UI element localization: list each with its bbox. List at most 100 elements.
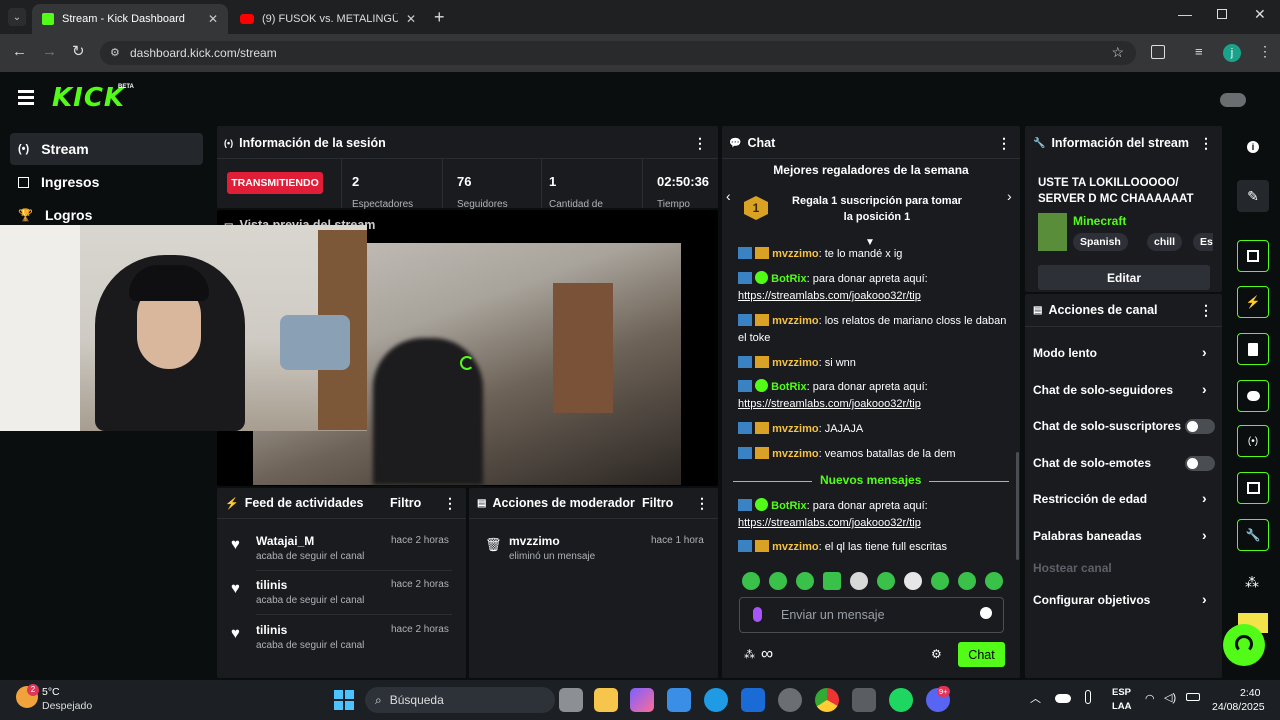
chat-username[interactable]: BotRix <box>771 500 806 512</box>
followers-only-row[interactable]: Chat de solo-seguidores <box>1033 383 1173 397</box>
emote-icon[interactable] <box>742 572 760 590</box>
app-icon[interactable] <box>778 688 802 712</box>
panel-menu-icon[interactable]: ⋮ <box>997 135 1011 152</box>
close-icon[interactable]: ✕ <box>208 12 218 26</box>
panel-menu-icon[interactable]: ⋮ <box>1199 135 1213 152</box>
chevron-right-icon[interactable]: › <box>1007 188 1012 204</box>
chat-username[interactable]: BotRix <box>771 381 806 393</box>
edge-icon[interactable] <box>704 688 728 712</box>
chat-username[interactable]: mvzzimo <box>772 423 818 435</box>
target-icon[interactable] <box>1237 240 1269 272</box>
reload-icon[interactable]: ↻ <box>72 42 85 60</box>
chat-username[interactable]: mvzzimo <box>772 315 818 327</box>
emote-icon[interactable] <box>877 572 895 590</box>
age-restriction-row[interactable]: Restricción de edad <box>1033 492 1147 506</box>
sidebar-item-ingresos[interactable]: Ingresos <box>10 166 203 198</box>
chevron-right-icon[interactable]: › <box>1202 490 1207 506</box>
category-thumbnail[interactable] <box>1038 213 1067 251</box>
tab-youtube[interactable]: (9) FUSOK vs. METALINGÜISTIC ✕ <box>230 4 426 34</box>
lang-bottom[interactable]: LAA <box>1112 701 1132 712</box>
chat-username[interactable]: mvzzimo <box>772 541 818 553</box>
chevron-left-icon[interactable]: ‹ <box>726 188 731 204</box>
chat-send-button[interactable]: Chat <box>958 642 1005 667</box>
microphone-icon[interactable] <box>1085 690 1091 704</box>
goals-row[interactable]: Configurar objetivos <box>1033 593 1150 607</box>
site-info-icon[interactable]: ⚙ <box>110 46 120 59</box>
minimize-icon[interactable]: — <box>1178 6 1192 22</box>
copilot-icon[interactable] <box>630 688 654 712</box>
broadcast-icon[interactable]: (•) <box>1237 425 1269 457</box>
mod-user[interactable]: mvzzimo <box>509 534 560 548</box>
edit-pencil-icon[interactable]: ✎ <box>1237 180 1269 212</box>
subscribers-only-toggle[interactable] <box>1185 419 1215 434</box>
panel-menu-icon[interactable]: ⋮ <box>695 495 709 512</box>
chat-link[interactable]: https://streamlabs.com/joakooo32r/tip <box>738 517 921 529</box>
onedrive-icon[interactable] <box>1055 694 1071 703</box>
emote-icon[interactable] <box>796 572 814 590</box>
sidebar-item-stream[interactable]: (•) Stream <box>10 133 203 165</box>
hamburger-menu-icon[interactable] <box>18 90 34 105</box>
new-messages-label[interactable]: Nuevos mensajes <box>812 473 930 487</box>
new-tab-icon[interactable]: + <box>434 7 445 28</box>
kick-logo[interactable]: KICK <box>52 83 125 113</box>
menu-kebab-icon[interactable]: ⋮ <box>1258 43 1272 60</box>
document-icon[interactable] <box>1237 333 1269 365</box>
chat-link[interactable]: https://streamlabs.com/joakooo32r/tip <box>738 290 921 302</box>
clock-date[interactable]: 24/08/2025 <box>1212 701 1265 713</box>
chat-input[interactable]: Enviar un mensaje <box>739 597 1004 633</box>
emote-icon[interactable] <box>769 572 787 590</box>
clock-time[interactable]: 2:40 <box>1240 687 1260 699</box>
chevron-right-icon[interactable]: › <box>1202 527 1207 543</box>
volume-icon[interactable]: ◁) <box>1164 691 1176 704</box>
tag-chip[interactable]: Españo <box>1193 233 1213 251</box>
task-view-icon[interactable] <box>559 688 583 712</box>
tag-chip[interactable]: Spanish <box>1073 233 1128 251</box>
extensions-icon[interactable] <box>1151 45 1165 59</box>
chat-username[interactable]: mvzzimo <box>772 248 818 260</box>
chat-bubble-icon[interactable] <box>1237 380 1269 412</box>
infinity-icon[interactable]: ∞ <box>761 644 773 664</box>
chevron-right-icon[interactable]: › <box>1202 344 1207 360</box>
chat-scrollbar[interactable] <box>1016 452 1019 560</box>
feed-user[interactable]: Watajai_M <box>256 534 314 548</box>
battery-icon[interactable] <box>1186 693 1200 701</box>
settings-gear-icon[interactable]: ⚙ <box>931 647 942 661</box>
chrome-icon[interactable] <box>815 688 839 712</box>
wrench-icon[interactable]: 🔧 <box>1237 519 1269 551</box>
category-name[interactable]: Minecraft <box>1073 214 1126 228</box>
layout-icon[interactable] <box>1237 472 1269 504</box>
forward-icon[interactable]: → <box>42 43 57 60</box>
emote-icon[interactable] <box>823 572 841 590</box>
back-icon[interactable]: ← <box>12 43 27 60</box>
emotes-only-toggle[interactable] <box>1185 456 1215 471</box>
spotify-icon[interactable] <box>889 688 913 712</box>
panel-menu-icon[interactable]: ⋮ <box>1199 302 1213 319</box>
profile-avatar[interactable]: j <box>1223 44 1241 62</box>
tag-chip[interactable]: chill <box>1147 233 1183 251</box>
lightning-icon[interactable]: ⚡ <box>1237 286 1269 318</box>
dropbox-icon[interactable] <box>741 688 765 712</box>
support-headset-icon[interactable] <box>1223 624 1265 666</box>
media-controls-icon[interactable]: ≡ <box>1195 44 1203 59</box>
url-field[interactable]: ⚙ dashboard.kick.com/stream ☆ <box>100 41 1136 65</box>
file-explorer-icon[interactable] <box>594 688 618 712</box>
feed-user[interactable]: tilinis <box>256 578 287 592</box>
slow-mode-row[interactable]: Modo lento <box>1033 346 1097 360</box>
paw-icon[interactable]: ⁂ <box>1245 574 1259 591</box>
chevron-right-icon[interactable]: › <box>1202 591 1207 607</box>
chat-link[interactable]: https://streamlabs.com/joakooo32r/tip <box>738 398 921 410</box>
chat-username[interactable]: mvzzimo <box>772 448 818 460</box>
user-avatar[interactable] <box>1220 93 1246 107</box>
chat-username[interactable]: BotRix <box>771 273 806 285</box>
close-icon[interactable]: ✕ <box>406 12 416 26</box>
emote-icon[interactable] <box>958 572 976 590</box>
tab-search-icon[interactable]: ⌄ <box>8 8 26 26</box>
emote-icon[interactable] <box>931 572 949 590</box>
wifi-icon[interactable]: ◠ <box>1145 692 1155 705</box>
mod-filter-button[interactable]: Filtro <box>642 496 673 510</box>
emoji-icon[interactable] <box>980 607 992 619</box>
paw-icon[interactable]: ⁂ <box>744 648 755 661</box>
emote-icon[interactable] <box>850 572 868 590</box>
panel-menu-icon[interactable]: ⋮ <box>693 135 707 152</box>
bookmark-star-icon[interactable]: ☆ <box>1111 44 1124 61</box>
